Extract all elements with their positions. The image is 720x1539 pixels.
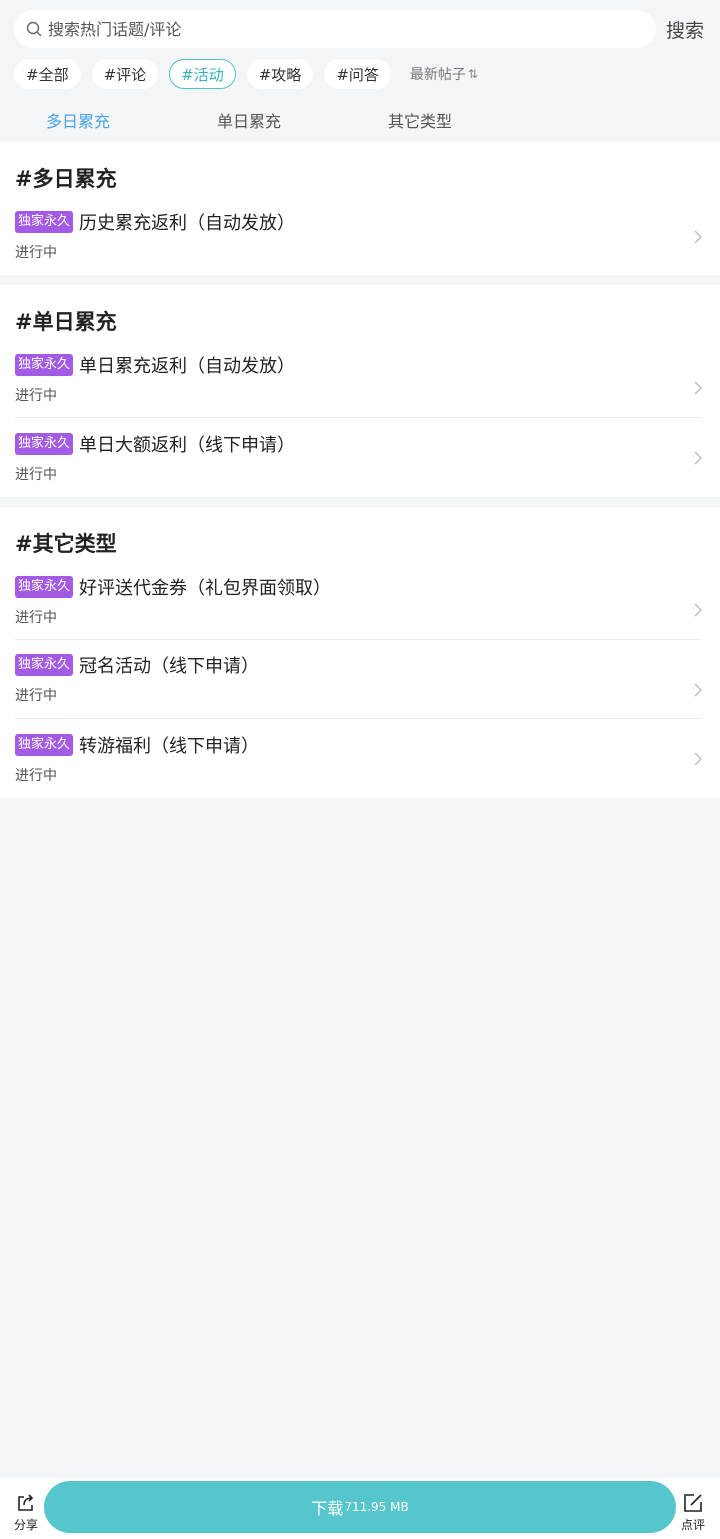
- header: 搜索 #全部 #评论 #活动 #攻略 #问答 最新帖子 ⇅ 多日累充 单日累充 …: [0, 0, 720, 142]
- item-status: 进行中: [15, 467, 57, 483]
- sort-label: 最新帖子: [409, 67, 466, 83]
- list-item[interactable]: 独家永久 好评送代金券（礼包界面领取） 进行中: [0, 575, 720, 653]
- item-title: 好评送代金券（礼包界面领取）: [79, 578, 332, 599]
- subtab-other[interactable]: 其它类型: [388, 108, 452, 132]
- item-title: 单日累充返利（自动发放）: [79, 356, 296, 377]
- section-title: #多日累充: [15, 167, 117, 191]
- item-status: 进行中: [15, 610, 57, 626]
- item-status: 进行中: [15, 245, 57, 261]
- list-item[interactable]: 独家永久 历史累充返利（自动发放） 进行中: [0, 210, 720, 288]
- exclusive-badge: 独家永久: [15, 354, 74, 376]
- search-button[interactable]: 搜索: [666, 16, 704, 43]
- subtab-single-day[interactable]: 单日累充: [217, 108, 281, 132]
- subtab-multi-day[interactable]: 多日累充: [46, 108, 110, 132]
- chevron-right-icon: [694, 451, 702, 465]
- bottom-action-bar: 分享 下载 711.95 MB 点评: [0, 1478, 720, 1539]
- list-item[interactable]: 独家永久 转游福利（线下申请） 进行中: [0, 733, 720, 811]
- item-title: 历史累充返利（自动发放）: [79, 213, 296, 234]
- item-line: 独家永久 单日累充返利（自动发放）: [15, 353, 295, 377]
- share-icon: [18, 1494, 34, 1511]
- list-item[interactable]: 独家永久 单日累充返利（自动发放） 进行中: [0, 353, 720, 431]
- section-other: #其它类型 独家永久 好评送代金券（礼包界面领取） 进行中 独家永久 冠名活动（…: [0, 507, 720, 798]
- sort-dropdown[interactable]: 最新帖子 ⇅: [410, 64, 478, 84]
- chevron-right-icon: [694, 381, 702, 395]
- download-button[interactable]: 下载 711.95 MB: [44, 1481, 676, 1533]
- exclusive-badge: 独家永久: [15, 654, 74, 676]
- item-title: 冠名活动（线下申请）: [79, 656, 260, 677]
- item-line: 独家永久 好评送代金券（礼包界面领取）: [15, 575, 331, 599]
- chevron-right-icon: [694, 603, 702, 617]
- sort-arrows-icon: ⇅: [467, 67, 478, 81]
- tag-all[interactable]: #全部: [14, 59, 81, 89]
- item-title: 单日大额返利（线下申请）: [79, 435, 296, 456]
- item-title: 转游福利（线下申请）: [79, 736, 260, 757]
- item-line: 独家永久 历史累充返利（自动发放）: [15, 210, 295, 234]
- section-title: #单日累充: [15, 310, 117, 334]
- tag-comments[interactable]: #评论: [91, 59, 159, 89]
- section-title: #其它类型: [15, 532, 117, 556]
- subtab-bar: 多日累充 单日累充 其它类型: [0, 108, 720, 134]
- search-box[interactable]: [14, 10, 656, 48]
- item-line: 独家永久 冠名活动（线下申请）: [15, 653, 259, 677]
- exclusive-badge: 独家永久: [15, 576, 74, 598]
- list-item[interactable]: 独家永久 单日大额返利（线下申请） 进行中: [0, 432, 720, 510]
- tag-filter-bar: #全部 #评论 #活动 #攻略 #问答 最新帖子 ⇅: [14, 59, 478, 89]
- search-icon: [26, 21, 42, 37]
- tag-guides[interactable]: #攻略: [246, 59, 314, 89]
- chevron-right-icon: [694, 230, 702, 244]
- review-button[interactable]: 点评: [673, 1492, 713, 1536]
- tag-qa[interactable]: #问答: [324, 59, 391, 89]
- tag-activities[interactable]: #活动: [169, 59, 236, 89]
- edit-icon: [684, 1494, 702, 1512]
- section-multi-day: #多日累充 独家永久 历史累充返利（自动发放） 进行中: [0, 142, 720, 275]
- share-label: 分享: [13, 1518, 38, 1532]
- item-line: 独家永久 单日大额返利（线下申请）: [15, 432, 295, 456]
- item-status: 进行中: [15, 388, 57, 404]
- list-item[interactable]: 独家永久 冠名活动（线下申请） 进行中: [0, 653, 720, 731]
- item-line: 独家永久 转游福利（线下申请）: [15, 733, 259, 757]
- divider: [15, 417, 701, 418]
- chevron-right-icon: [694, 683, 702, 697]
- review-label: 点评: [680, 1518, 705, 1532]
- search-row: 搜索: [14, 10, 720, 48]
- download-size: 711.95 MB: [344, 1500, 409, 1514]
- divider: [15, 718, 701, 719]
- item-status: 进行中: [15, 688, 57, 704]
- exclusive-badge: 独家永久: [15, 211, 74, 233]
- share-button[interactable]: 分享: [6, 1492, 46, 1536]
- chevron-right-icon: [694, 752, 702, 766]
- download-label: 下载: [311, 1499, 344, 1518]
- search-input[interactable]: [48, 10, 638, 48]
- divider: [15, 639, 701, 640]
- exclusive-badge: 独家永久: [15, 433, 74, 455]
- item-status: 进行中: [15, 768, 57, 784]
- section-single-day: #单日累充 独家永久 单日累充返利（自动发放） 进行中 独家永久 单日大额返利（…: [0, 285, 720, 497]
- exclusive-badge: 独家永久: [15, 734, 74, 756]
